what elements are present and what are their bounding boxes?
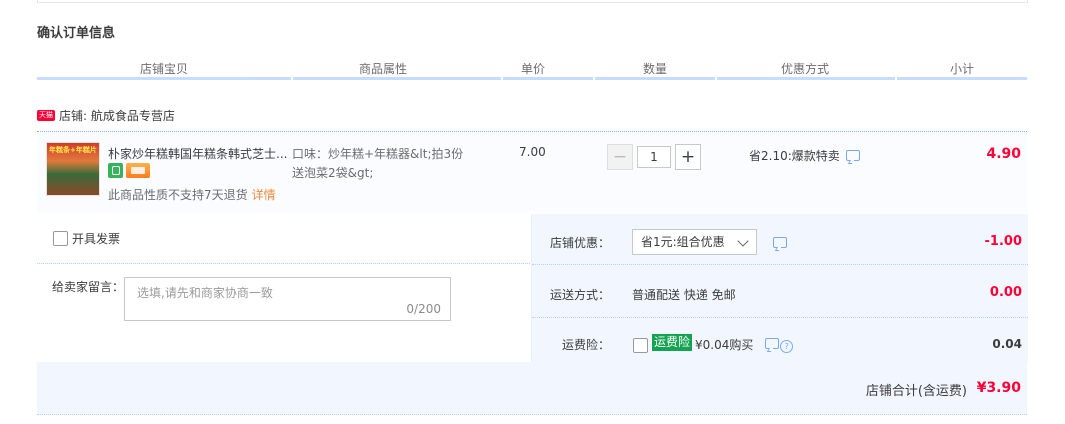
- invoice-label: 开具发票: [72, 232, 121, 246]
- credit-card-icon[interactable]: [126, 163, 150, 178]
- header-underline: [37, 77, 1027, 80]
- message-label: 给卖家留言：: [52, 280, 125, 294]
- insurance-tag: 运费险: [652, 334, 693, 351]
- shipping-label: 运送方式：: [549, 288, 610, 302]
- insurance-price-text: ¥0.04购买: [695, 338, 754, 352]
- shop-discount-label: 店铺优惠：: [549, 236, 610, 250]
- message-textarea[interactable]: 选填,请先和商家协商一致 0/200: [124, 277, 451, 321]
- shipping-row: 运送方式： 普通配送 快递 免邮 0.00: [532, 265, 1028, 314]
- col-header-quantity: 数量: [642, 62, 667, 76]
- col-header-subtotal: 小计: [949, 62, 974, 76]
- shop-total-label: 店铺合计(含运费): [865, 384, 967, 399]
- item-subtotal: 4.90: [986, 146, 1021, 162]
- shop-total-value: ¥3.90: [976, 380, 1021, 396]
- col-header-item: 店铺宝贝: [139, 62, 188, 76]
- item-discount: 省2.10:爆款特卖: [749, 147, 860, 164]
- insurance-checkbox[interactable]: [633, 338, 648, 353]
- help-icon[interactable]: ?: [780, 340, 794, 353]
- table-header: 店铺宝贝 商品属性 单价 数量 优惠方式 小计: [37, 60, 1027, 78]
- invoice-checkbox[interactable]: [53, 231, 68, 246]
- product-title[interactable]: 朴家炒年糕韩国年糕条韩式芝士...: [108, 145, 288, 162]
- shop-row: 天猫 店铺: 航成食品专营店: [37, 106, 175, 124]
- page-title: 确认订单信息: [37, 26, 116, 41]
- quantity-stepper: − 1 +: [607, 144, 701, 170]
- divider: [532, 317, 1028, 318]
- quantity-input[interactable]: 1: [637, 146, 671, 168]
- shop-discount-row: 店铺优惠： 省1元:组合优惠 -1.00: [532, 214, 1028, 263]
- shipping-value: 0.00: [989, 285, 1022, 300]
- order-item-row: 年糕条+年糕片 朴家炒年糕韩国年糕条韩式芝士... 此商品性质不支持7天退货 详情…: [37, 132, 1027, 213]
- insurance-label: 运费险：: [561, 338, 610, 352]
- shop-summary-panel: 店铺优惠： 省1元:组合优惠 -1.00 运送方式： 普通配送 快递 免邮 0.…: [531, 214, 1028, 362]
- service-badges: [108, 163, 150, 178]
- shop-name[interactable]: 店铺: 航成食品专营店: [59, 107, 175, 124]
- guarantee-icon[interactable]: [108, 163, 123, 178]
- unit-price: 7.00: [519, 145, 546, 159]
- product-attribute: 口味：炒年糕+年糕器&lt;拍3份送泡菜2袋&gt;: [292, 147, 464, 180]
- product-thumbnail[interactable]: 年糕条+年糕片: [46, 142, 100, 196]
- message-placeholder: 选填,请先和商家协商一致: [137, 286, 273, 300]
- insurance-price: ¥0.04购买 ?: [695, 336, 794, 353]
- col-header-discount: 优惠方式: [780, 62, 829, 76]
- chevron-down-icon: [737, 235, 749, 247]
- shop-discount-value: -1.00: [984, 234, 1022, 249]
- thumbnail-text: 年糕条+年糕片: [49, 146, 97, 154]
- comment-icon[interactable]: [765, 338, 780, 349]
- shop-discount-select[interactable]: 省1元:组合优惠: [632, 229, 757, 255]
- discount-text: 省2.10:爆款特卖: [749, 149, 840, 163]
- no-return-text: 此商品性质不支持7天退货: [108, 188, 248, 202]
- increase-quantity-button[interactable]: +: [675, 144, 701, 170]
- comment-icon[interactable]: [773, 237, 787, 248]
- details-link[interactable]: 详情: [252, 188, 276, 202]
- insurance-value: 0.04: [992, 337, 1022, 351]
- divider: [37, 263, 530, 264]
- message-counter: 0/200: [406, 302, 441, 316]
- buyer-options-panel: 开具发票 给卖家留言： 选填,请先和商家协商一致 0/200: [37, 214, 530, 362]
- top-frame: [37, 0, 1028, 3]
- shipping-method: 普通配送 快递 免邮: [632, 288, 736, 302]
- shop-total-bar: 店铺合计(含运费) ¥3.90: [37, 362, 1027, 415]
- col-header-price: 单价: [520, 62, 545, 76]
- no-return-notice: 此商品性质不支持7天退货 详情: [108, 186, 276, 203]
- invoice-option[interactable]: 开具发票: [53, 230, 120, 247]
- decrease-quantity-button[interactable]: −: [607, 144, 633, 170]
- tmall-icon: 天猫: [37, 109, 55, 121]
- col-header-attribute: 商品属性: [358, 62, 407, 76]
- comment-icon[interactable]: [845, 150, 860, 161]
- shop-discount-selected: 省1元:组合优惠: [641, 235, 725, 249]
